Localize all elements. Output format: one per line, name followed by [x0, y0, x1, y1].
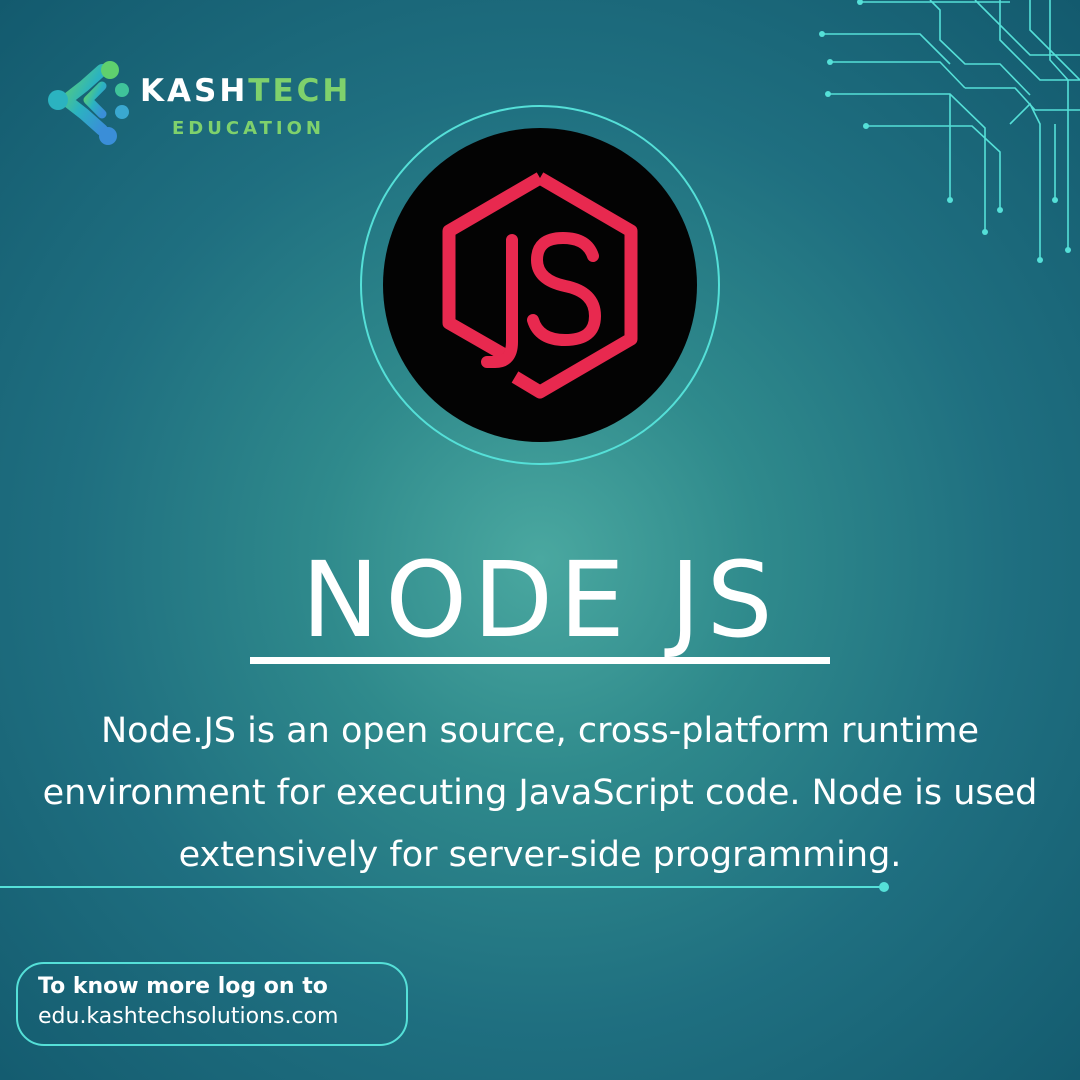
brand-subtitle: EDUCATION: [172, 118, 325, 139]
page-title: NODE JS: [301, 539, 779, 661]
molecule-icon: [44, 56, 140, 152]
title-underline: [250, 657, 830, 664]
website-link[interactable]: edu.kashtechsolutions.com: [38, 1002, 386, 1032]
brand-name-part1: KASH: [140, 73, 249, 109]
website-callout[interactable]: To know more log on to edu.kashtechsolut…: [16, 962, 408, 1046]
kashtech-logo: KASHTECH EDUCATION: [44, 56, 374, 152]
brand-name-part2: TECH: [248, 73, 352, 109]
node-js-badge: [383, 128, 697, 442]
circuit-decoration-icon: [800, 0, 1080, 280]
divider-line: [0, 886, 884, 888]
callout-label: To know more log on to: [38, 974, 328, 999]
node-js-hexagon-icon: [442, 172, 638, 399]
description-text: Node.JS is an open source, cross-platfor…: [42, 711, 1038, 875]
divider-dot: [879, 882, 889, 892]
brand-name: KASHTECH: [140, 76, 351, 107]
